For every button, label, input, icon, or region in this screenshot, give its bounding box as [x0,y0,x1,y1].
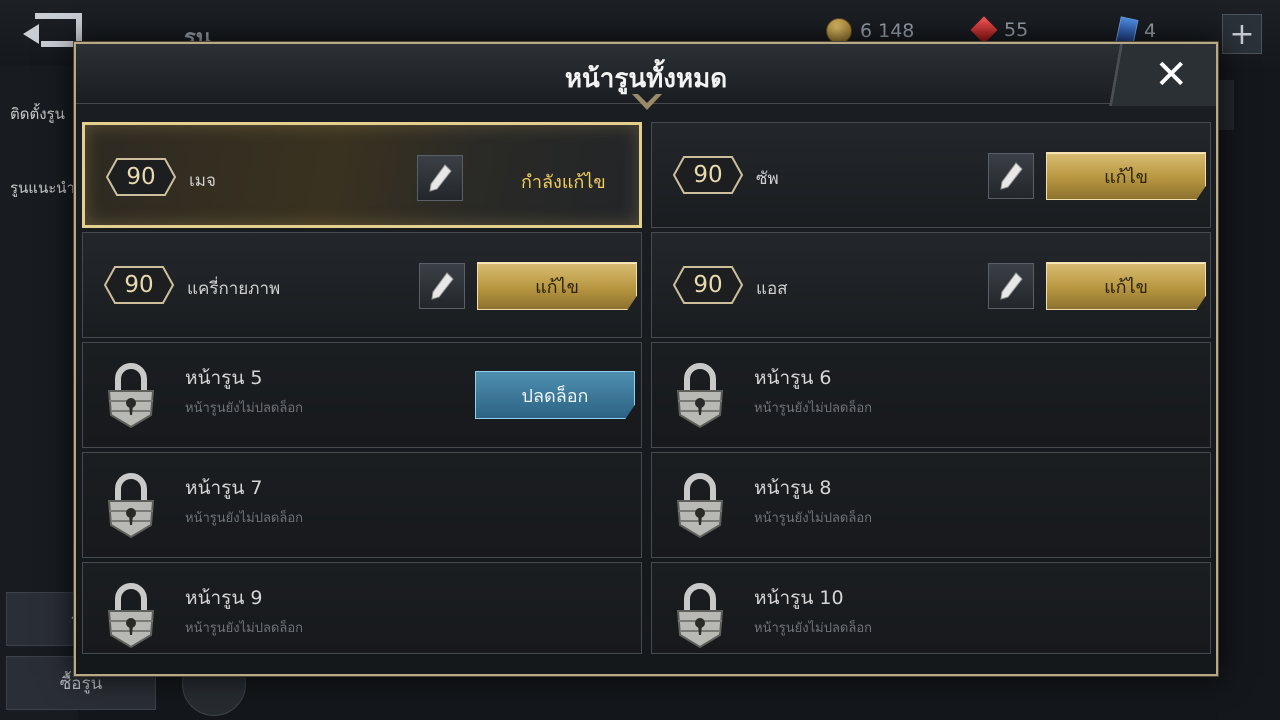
card-value: 4 [1144,20,1157,42]
locked-rune-page-8: หน้ารูน 8 หน้ารูนยังไม่ปลดล็อก [651,452,1211,558]
locked-page-subtitle: หน้ารูนยังไม่ปลดล็อก [185,621,304,636]
locked-page-subtitle: หน้ารูนยังไม่ปลดล็อก [185,401,304,416]
modal-header: หน้ารูนทั้งหมด ✕ [76,44,1216,110]
rename-button[interactable] [417,155,463,201]
locked-page-subtitle: หน้ารูนยังไม่ปลดล็อก [185,511,304,526]
rune-page-name: เมจ [189,171,216,191]
locked-rune-page-9: หน้ารูน 9 หน้ารูนยังไม่ปลดล็อก [82,562,642,654]
coin-icon [826,18,852,44]
locked-page-title: หน้ารูน 9 [185,587,263,609]
coin-value: 6 148 [860,20,915,42]
rename-button[interactable] [419,263,465,309]
edit-button[interactable]: แก้ไข [477,262,637,310]
modal-title: หน้ารูนทั้งหมด [564,64,728,94]
rune-page-name: แอส [756,279,788,299]
rune-page-slot-2[interactable]: 90 ซัพ แก้ไข [651,122,1211,228]
locked-page-title: หน้ารูน 7 [185,477,263,499]
locked-page-title: หน้ารูน 6 [754,367,832,389]
editing-status: กำลังแก้ไข [521,172,606,193]
locked-rune-page-5[interactable]: หน้ารูน 5 หน้ารูนยังไม่ปลดล็อก ปลดล็อก [82,342,642,448]
level-value: 90 [693,162,723,188]
edit-button[interactable]: แก้ไข [1046,152,1206,200]
lock-icon [676,473,724,539]
rune-pages-modal: หน้ารูนทั้งหมด ✕ 90 เมจ กำลังแก้ไข 90 ซั… [74,42,1218,676]
ornament-icon [632,94,662,110]
locked-page-title: หน้ารูน 5 [185,367,263,389]
gem-value: 55 [1004,19,1029,41]
rename-button[interactable] [988,153,1034,199]
gem-icon [970,16,998,44]
level-badge: 90 [672,155,744,195]
locked-page-title: หน้ารูน 10 [754,587,844,609]
locked-page-subtitle: หน้ารูนยังไม่ปลดล็อก [754,511,873,526]
level-badge: 90 [105,157,177,197]
lock-icon [107,363,155,429]
level-badge: 90 [672,265,744,305]
lock-icon [676,583,724,649]
level-value: 90 [124,272,154,298]
level-value: 90 [693,272,723,298]
locked-rune-page-6: หน้ารูน 6 หน้ารูนยังไม่ปลดล็อก [651,342,1211,448]
lock-icon [107,583,155,649]
rename-button[interactable] [988,263,1034,309]
pencil-icon [429,164,452,192]
lock-icon [676,363,724,429]
lock-icon [107,473,155,539]
locked-rune-page-10: หน้ารูน 10 หน้ารูนยังไม่ปลดล็อก [651,562,1211,654]
card-counter: 4 [1115,16,1157,46]
rune-page-slot-3[interactable]: 90 แครี่กายภาพ แก้ไข [82,232,642,338]
plus-icon: + [1229,16,1255,52]
coin-counter: 6 148 [826,18,914,44]
pencil-icon [431,272,454,300]
unlock-button[interactable]: ปลดล็อก [475,371,635,419]
edit-button[interactable]: แก้ไข [1046,262,1206,310]
gem-counter: 55 [970,16,1029,44]
locked-page-subtitle: หน้ารูนยังไม่ปลดล็อก [754,401,873,416]
locked-page-title: หน้ารูน 8 [754,477,832,499]
background-tab [1218,80,1234,130]
rune-page-name: ซัพ [756,169,779,189]
level-value: 90 [126,164,156,190]
close-button[interactable]: ✕ [1090,44,1216,106]
close-icon: ✕ [1154,52,1188,98]
pencil-icon [1000,272,1023,300]
level-badge: 90 [103,265,175,305]
rune-page-slot-4[interactable]: 90 แอส แก้ไข [651,232,1211,338]
rune-page-name: แครี่กายภาพ [187,279,281,299]
add-currency-button[interactable]: + [1222,14,1262,54]
locked-page-subtitle: หน้ารูนยังไม่ปลดล็อก [754,621,873,636]
pencil-icon [1000,162,1023,190]
locked-rune-page-7: หน้ารูน 7 หน้ารูนยังไม่ปลดล็อก [82,452,642,558]
rune-page-slot-1[interactable]: 90 เมจ กำลังแก้ไข [82,122,642,228]
